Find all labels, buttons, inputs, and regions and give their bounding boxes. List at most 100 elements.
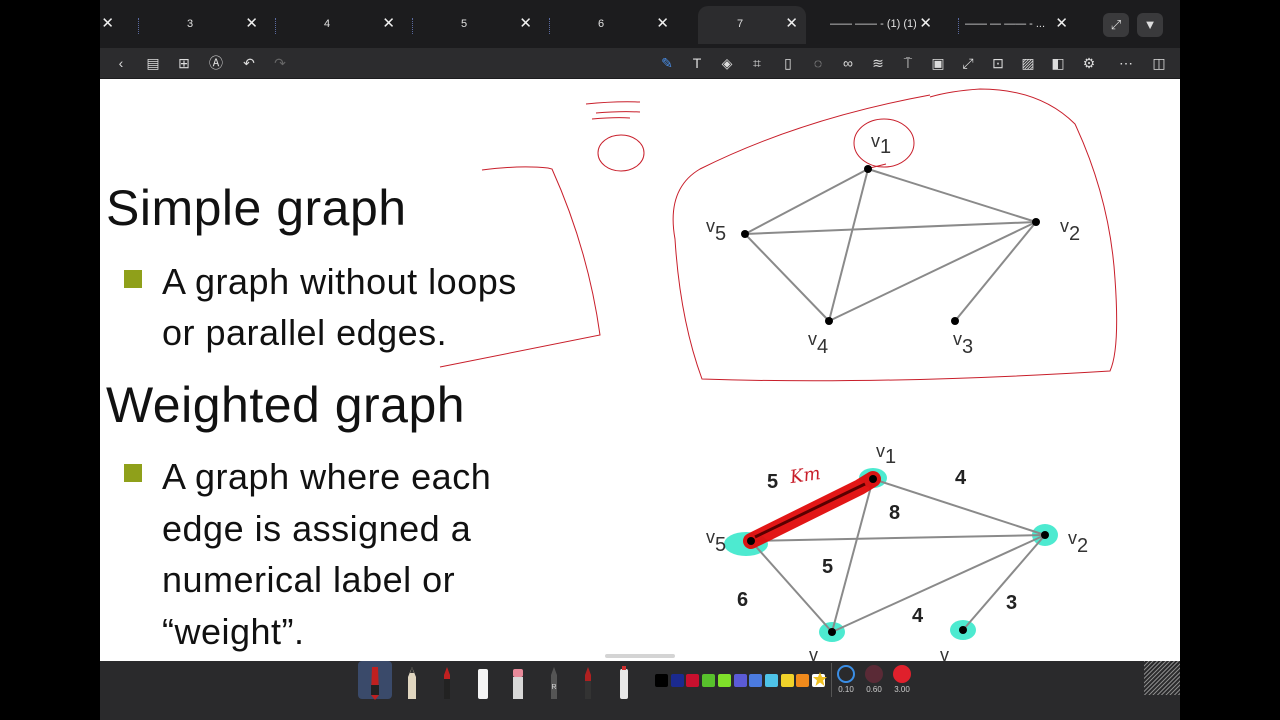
tab-partial[interactable]: ✕ <box>100 6 122 44</box>
tab-3[interactable]: 3 ✕ <box>138 6 266 44</box>
graph2-label-v4: v <box>809 645 818 661</box>
graph1-label-v4: v4 <box>808 329 829 358</box>
tab-label: 3 <box>186 18 194 30</box>
color-swatch[interactable] <box>733 674 747 687</box>
link-icon[interactable]: ∞ <box>838 53 858 73</box>
graph2-highlights <box>724 468 1058 642</box>
pencil-icon[interactable] <box>402 665 422 701</box>
back-chevron-icon[interactable]: ‹ <box>111 53 131 73</box>
split-view-icon[interactable]: ◧ <box>1048 53 1068 73</box>
ballpoint-pen-icon[interactable] <box>437 665 457 701</box>
graph2-edge <box>750 540 833 633</box>
tab-6[interactable]: 6 ✕ <box>549 6 677 44</box>
svg-text:R: R <box>551 684 556 691</box>
stroke-size-label: 0.10 <box>838 685 854 694</box>
graph1-vertex-v1 <box>864 165 872 173</box>
redo-icon[interactable]: ↷ <box>270 53 290 73</box>
color-swatch[interactable] <box>655 674 668 687</box>
edge-weight-v1-v2: 4 <box>955 467 967 489</box>
resize-icon[interactable]: ⤢ <box>958 53 978 73</box>
tab-menu-chevron-icon[interactable]: ▼ <box>1137 13 1163 37</box>
graph1-edge <box>867 168 1037 223</box>
color-swatch[interactable] <box>686 674 700 687</box>
edge-weight-v4-v2: 4 <box>912 605 924 627</box>
graph2-label-v2: v2 <box>1068 528 1089 557</box>
page-scroll-indicator[interactable] <box>605 654 675 658</box>
text-tool-icon[interactable]: T <box>687 53 707 73</box>
sidebar-icon[interactable]: ▤ <box>143 53 163 73</box>
fountain-pen-icon[interactable] <box>365 665 385 701</box>
add-page-icon[interactable]: ⊡ <box>988 53 1008 73</box>
marker-pen-icon[interactable] <box>578 665 598 701</box>
scroll-tool-icon[interactable]: ▯ <box>778 53 798 73</box>
tab-5[interactable]: 5 ✕ <box>412 6 540 44</box>
ink-annotations <box>439 88 1118 382</box>
close-tab-icon[interactable]: ✕ <box>245 15 258 33</box>
pen-tool-icon[interactable]: ✎ <box>657 53 677 73</box>
graph1-edge <box>744 233 830 322</box>
graph1-edge <box>744 221 1037 235</box>
close-tab-icon[interactable]: ✕ <box>656 15 669 33</box>
stroke-size-small[interactable] <box>837 665 855 683</box>
ink-circle-stroke <box>597 134 645 172</box>
color-swatch[interactable] <box>702 674 716 687</box>
graph1-edge <box>828 168 869 322</box>
graph2-vertex-v5 <box>747 537 755 545</box>
graph2-vertex-v1 <box>869 475 877 483</box>
tab-document-1[interactable]: —— —— - (1) (1) ✕ <box>830 6 940 44</box>
annotation-layer <box>439 88 1118 642</box>
graph1-label-v3: v3 <box>953 329 974 358</box>
color-swatch[interactable] <box>796 674 810 687</box>
grid-view-icon[interactable]: ⊞ <box>174 53 194 73</box>
graph1-vertex-v5 <box>741 230 749 238</box>
color-swatch[interactable] <box>717 674 731 687</box>
close-tab-icon[interactable]: ✕ <box>919 15 932 33</box>
eraser-icon[interactable] <box>508 665 528 701</box>
edge-weight-v5-v1: 5 <box>767 471 779 493</box>
color-swatch[interactable] <box>780 674 794 687</box>
close-tab-icon[interactable]: ✕ <box>1055 15 1068 33</box>
tab-document-2[interactable]: —— — —— - ... ✕ <box>958 6 1076 44</box>
expand-icon[interactable]: ⤢ <box>1103 13 1129 37</box>
close-tab-icon[interactable]: ✕ <box>382 15 395 33</box>
edge-weight-v2-v3: 3 <box>1006 592 1018 614</box>
weighted-graph-vertices <box>747 475 1049 636</box>
color-swatch[interactable] <box>764 674 778 687</box>
stroke-size-large[interactable] <box>893 665 911 683</box>
close-tab-icon[interactable]: ✕ <box>519 15 532 33</box>
tab-label: 7 <box>736 18 744 30</box>
color-swatch[interactable] <box>670 674 684 687</box>
lasso-tool-icon[interactable]: R <box>544 665 564 701</box>
tab-label: —— — —— - ... <box>964 18 1046 30</box>
undo-icon[interactable]: ↶ <box>239 53 259 73</box>
graph1-label-v2: v2 <box>1060 216 1081 245</box>
tab-4[interactable]: 4 ✕ <box>275 6 403 44</box>
image-icon[interactable]: ▣ <box>928 53 948 73</box>
background-icon[interactable]: ▨ <box>1018 53 1038 73</box>
favorite-star-icon[interactable] <box>813 672 827 686</box>
side-panel-icon[interactable]: ◫ <box>1149 53 1169 73</box>
pen-mode-icon[interactable]: Ⓐ <box>206 53 226 73</box>
settings-gear-icon[interactable]: ⚙ <box>1079 53 1099 73</box>
color-swatch[interactable] <box>749 674 763 687</box>
tab-7-active[interactable]: 7 ✕ <box>698 6 806 44</box>
laser-pointer-icon[interactable] <box>614 665 634 701</box>
graph1-label-v5: v5 <box>706 216 727 245</box>
tab-label: —— —— - (1) (1) <box>830 18 916 30</box>
microphone-icon[interactable]: ⍑ <box>898 53 918 73</box>
shapes-tool-icon[interactable]: ◈ <box>717 53 737 73</box>
more-icon[interactable]: ⋯ <box>1116 53 1136 73</box>
ink-outline-stroke <box>672 88 1118 382</box>
close-tab-icon[interactable]: ✕ <box>101 15 114 33</box>
layers-icon[interactable]: ≋ <box>868 53 888 73</box>
tab-label: 6 <box>597 18 605 30</box>
document-canvas[interactable]: Simple graph A graph without loops or pa… <box>100 79 1180 661</box>
highlighter-icon[interactable] <box>473 665 493 701</box>
graph1-vertex-v3 <box>951 317 959 325</box>
close-tab-icon[interactable]: ✕ <box>785 15 798 33</box>
graph1-edge <box>744 168 869 235</box>
crop-icon[interactable]: ⌗ <box>747 53 767 73</box>
stroke-size-medium[interactable] <box>865 665 883 683</box>
graph2-vertex-v3 <box>959 626 967 634</box>
comment-icon[interactable]: ◌ <box>808 53 828 73</box>
